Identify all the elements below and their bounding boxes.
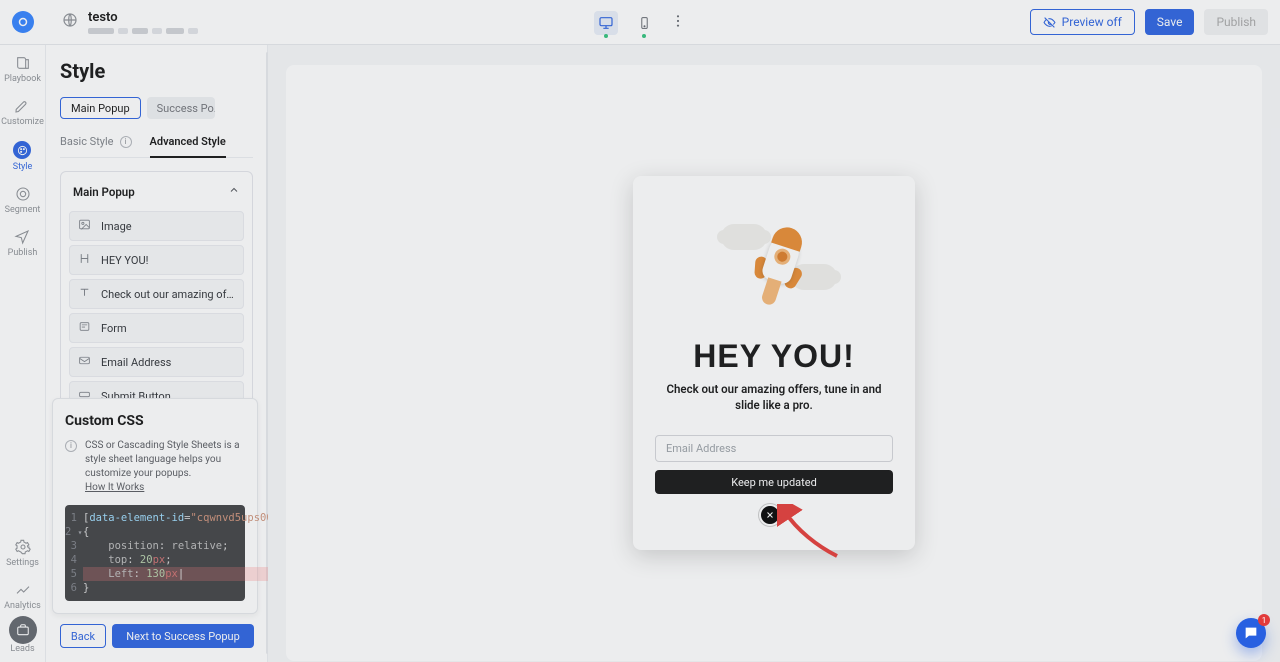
gear-icon: [15, 539, 31, 555]
breadcrumb-skeleton: [88, 28, 198, 34]
css-editor[interactable]: 12 ▾3456 [data-element-id="cqwnvd5ups00"…: [65, 505, 245, 601]
briefcase-button[interactable]: [9, 616, 37, 644]
canvas-frame: HEY YOU! Check out our amazing offers, t…: [286, 65, 1262, 661]
next-button[interactable]: Next to Success Popup: [112, 624, 254, 648]
heading-icon: [78, 252, 91, 268]
save-button[interactable]: Save: [1145, 9, 1195, 35]
email-icon: [78, 354, 91, 370]
eye-off-icon: [1043, 16, 1056, 29]
chart-icon: [15, 582, 31, 598]
custom-css-card: Custom CSS i CSS or Cascading Style Shee…: [52, 398, 258, 614]
layer-item-email[interactable]: Email Address: [69, 347, 244, 377]
rail-segment[interactable]: Segment: [5, 186, 41, 215]
chat-button[interactable]: 1: [1236, 618, 1266, 648]
rail-style[interactable]: Style: [13, 141, 33, 172]
form-icon: [78, 320, 91, 336]
rail-customize[interactable]: Customize: [1, 98, 44, 127]
topbar: testo Preview off Save Publish: [0, 0, 1280, 45]
pill-success-popup[interactable]: Success Po...: [147, 97, 215, 119]
email-field[interactable]: Email Address: [655, 435, 893, 462]
send-icon: [14, 229, 30, 245]
chat-badge: 1: [1258, 614, 1270, 626]
canvas: HEY YOU! Check out our amazing offers, t…: [268, 45, 1280, 662]
group-main-head[interactable]: Main Popup: [61, 172, 252, 211]
custom-css-title: Custom CSS: [65, 413, 245, 429]
mobile-icon[interactable]: [632, 11, 656, 35]
tab-advanced-style[interactable]: Advanced Style: [150, 135, 226, 157]
project-block: testo: [88, 10, 198, 34]
popup-subheading: Check out our amazing offers, tune in an…: [655, 381, 893, 413]
how-it-works-link[interactable]: How It Works: [85, 482, 144, 493]
left-rail: Playbook Customize Style Segment Publish…: [0, 45, 46, 662]
layer-item-text[interactable]: Check out our amazing offers, tun...: [69, 279, 244, 309]
info-icon: i: [65, 440, 77, 452]
popup-cta-button[interactable]: Keep me updated: [655, 470, 893, 494]
text-icon: [78, 286, 91, 302]
project-title: testo: [88, 10, 198, 25]
pane-title: Style: [60, 59, 253, 83]
desktop-icon[interactable]: [594, 11, 618, 35]
image-icon: [78, 218, 91, 234]
tab-basic-style[interactable]: Basic Style i: [60, 135, 132, 157]
briefcase-icon: [16, 623, 30, 637]
pill-main-popup[interactable]: Main Popup: [60, 97, 141, 119]
chevron-up-icon: [228, 184, 240, 199]
globe-icon[interactable]: [62, 12, 78, 32]
target-icon: [15, 186, 31, 202]
rail-analytics[interactable]: Analytics: [4, 582, 41, 611]
palette-icon: [13, 141, 31, 159]
chat-icon: [1243, 625, 1259, 641]
custom-css-desc: CSS or Cascading Style Sheets is a style…: [85, 439, 245, 495]
layer-item-heading[interactable]: HEY YOU!: [69, 245, 244, 275]
rail-publish[interactable]: Publish: [8, 229, 38, 258]
book-icon: [15, 55, 31, 71]
layer-item-image[interactable]: Image: [69, 211, 244, 241]
viewport-controls: [594, 0, 686, 45]
layer-item-form[interactable]: Form: [69, 313, 244, 343]
rail-playbook[interactable]: Playbook: [4, 55, 41, 84]
pencil-icon: [14, 98, 30, 114]
popup-heading: HEY YOU!: [655, 338, 893, 375]
more-icon[interactable]: [670, 13, 686, 33]
publish-button[interactable]: Publish: [1204, 9, 1268, 35]
rocket-image: [715, 218, 833, 324]
info-icon[interactable]: i: [120, 136, 132, 148]
popup-preview: HEY YOU! Check out our amazing offers, t…: [633, 176, 915, 550]
back-button[interactable]: Back: [60, 624, 106, 648]
preview-label: Preview off: [1062, 15, 1122, 29]
app-logo[interactable]: [12, 11, 34, 33]
annotation-arrow: [777, 504, 847, 564]
rail-settings[interactable]: Settings: [6, 539, 39, 568]
close-icon: [765, 510, 775, 520]
group-main-popup: Main Popup Image HEY YOU! Check out our am…: [60, 171, 253, 424]
close-button[interactable]: [759, 504, 781, 526]
preview-button[interactable]: Preview off: [1030, 9, 1135, 35]
